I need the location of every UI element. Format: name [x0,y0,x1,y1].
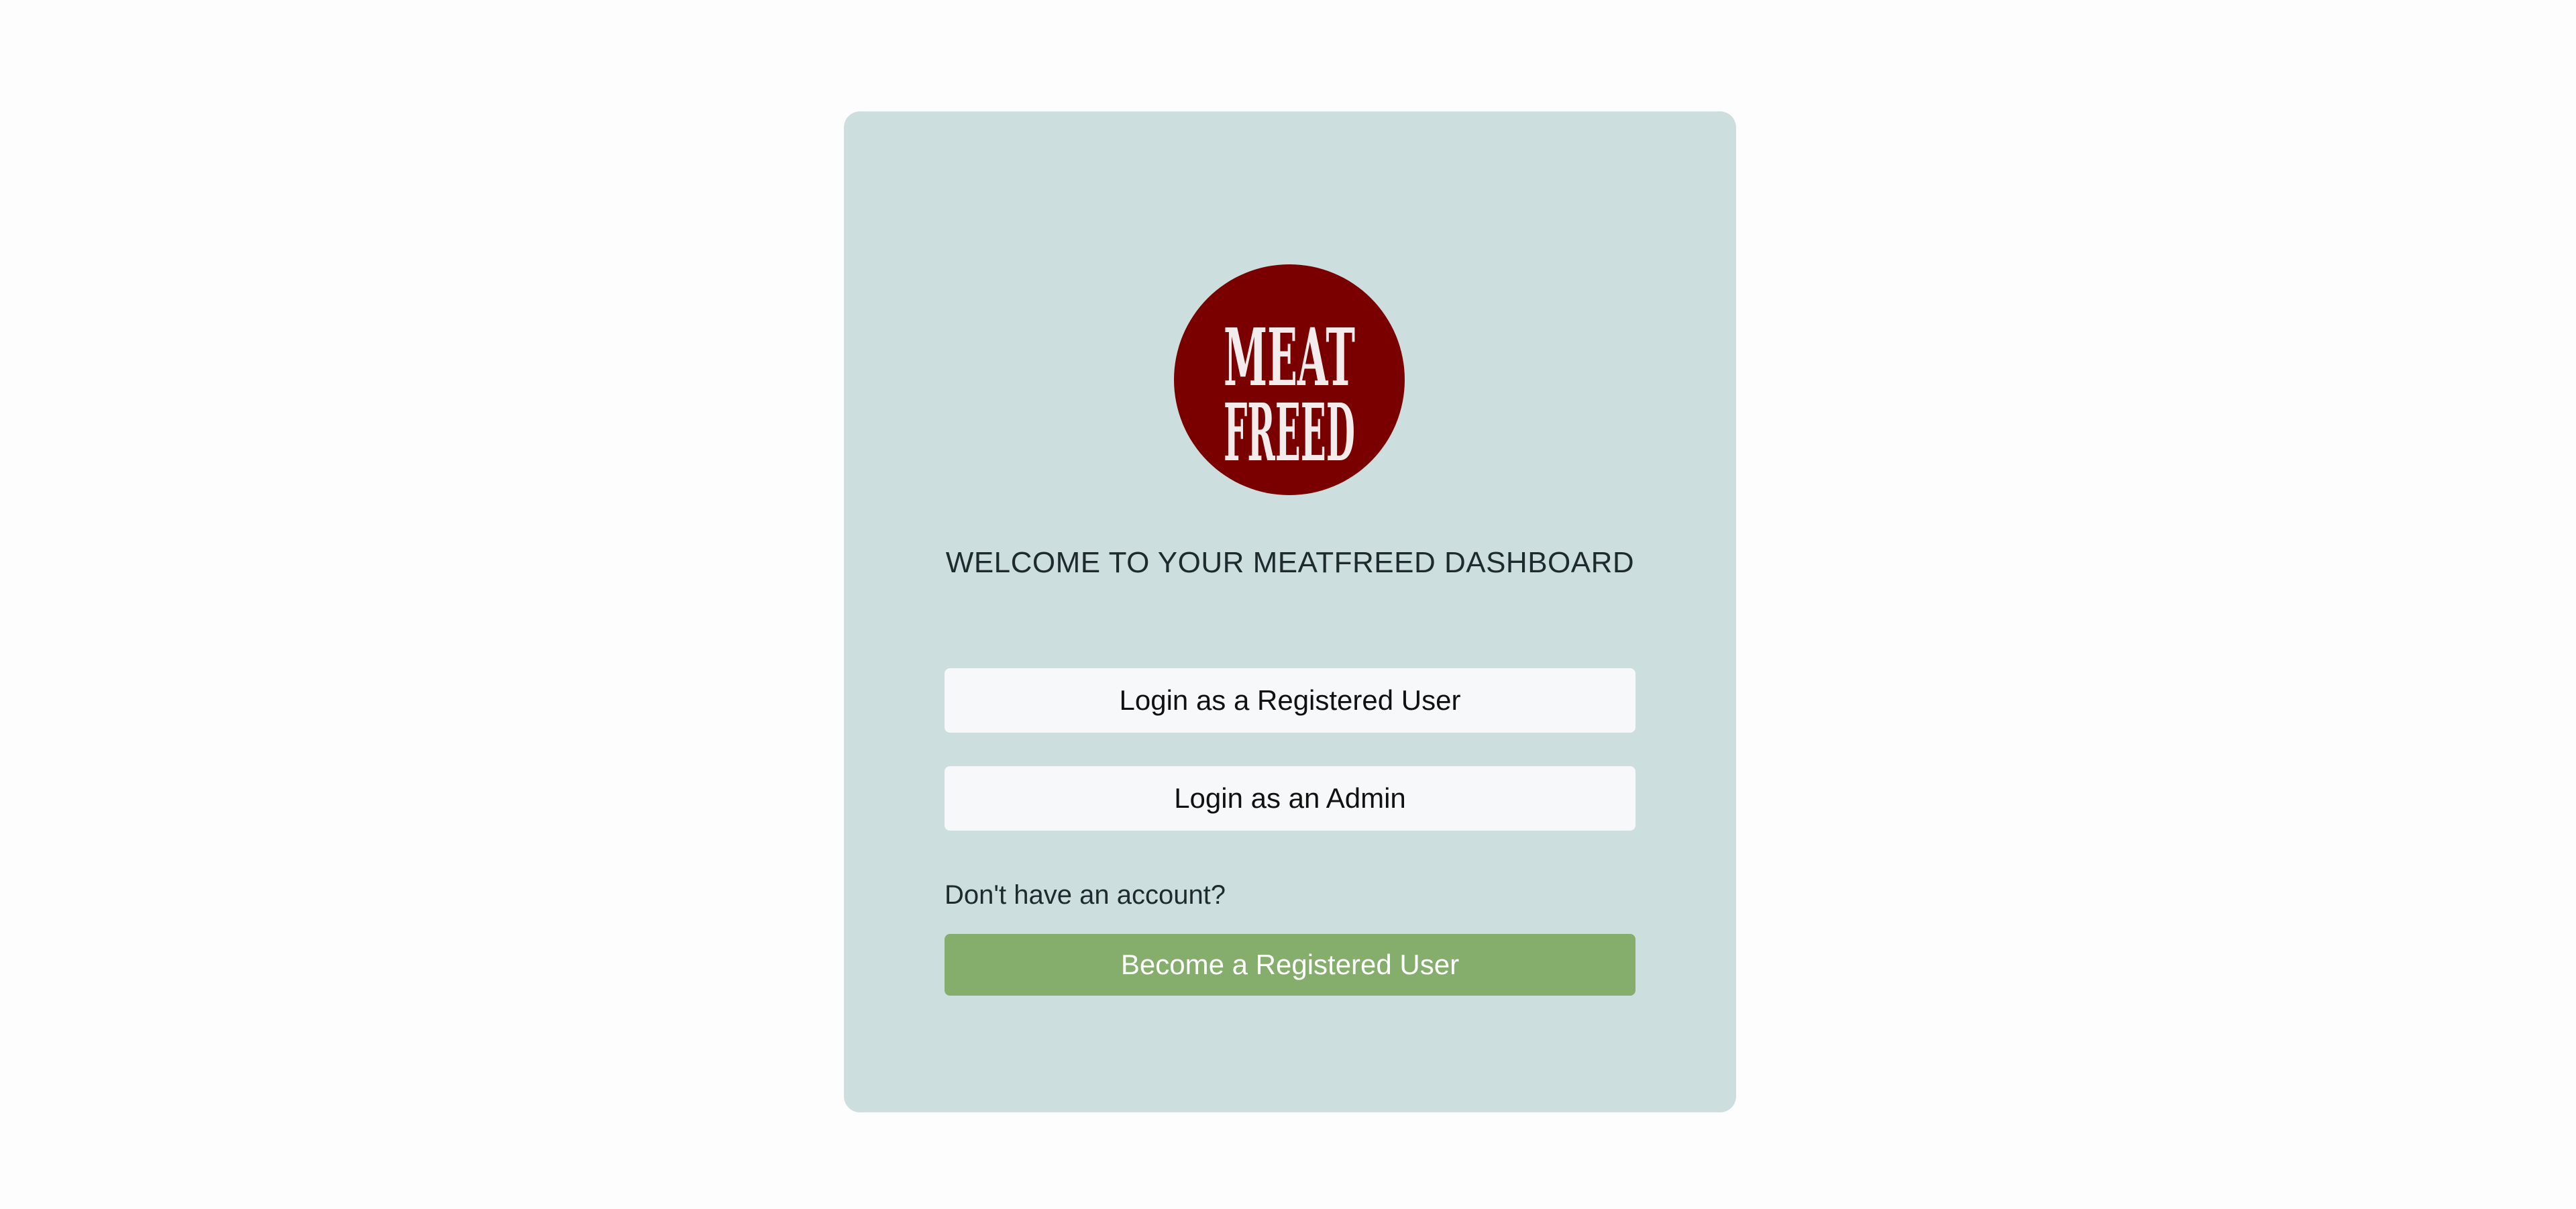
login-registered-user-button[interactable]: Login as a Registered User [945,668,1635,733]
page-title: WELCOME TO YOUR MEATFREED DASHBOARD [945,546,1635,579]
become-registered-user-button[interactable]: Become a Registered User [945,934,1635,996]
meatfreed-logo: MEAT FREED [1174,264,1405,495]
login-admin-button[interactable]: Login as an Admin [945,766,1635,831]
signup-prompt-text: Don't have an account? [945,880,1226,910]
logo-graphic: MEAT FREED [1224,311,1355,479]
logo-line-2: FREED [1224,386,1355,479]
login-card: MEAT FREED WELCOME TO YOUR MEATFREED DAS… [844,111,1736,1112]
